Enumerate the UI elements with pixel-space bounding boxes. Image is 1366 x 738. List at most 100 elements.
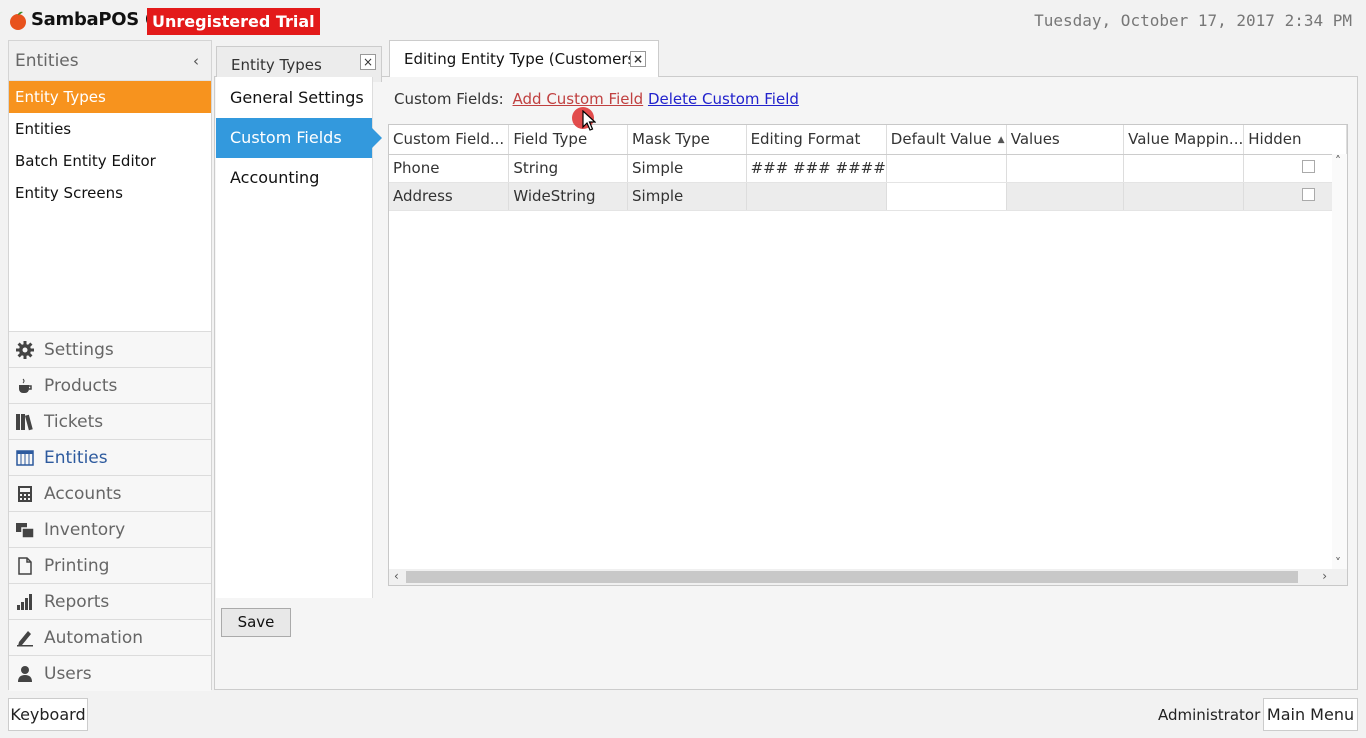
nav-printing[interactable]: Printing (9, 547, 211, 583)
cell-mask-type[interactable]: Simple (627, 154, 747, 183)
sidebar-item-entity-screens[interactable]: Entity Screens (9, 177, 211, 209)
sidebar-header: Entities ‹ (9, 41, 211, 81)
horizontal-scrollbar[interactable]: ‹ › (389, 569, 1347, 585)
close-icon[interactable]: × (630, 51, 646, 67)
nav-accounts[interactable]: Accounts (9, 475, 211, 511)
nav-label: Settings (44, 339, 114, 360)
add-custom-field-link[interactable]: Add Custom Field (513, 90, 644, 108)
column-header[interactable]: Field Type (508, 125, 629, 155)
cell-default-value[interactable] (886, 154, 1007, 183)
table-row[interactable]: Address WideString Simple (389, 182, 1347, 211)
scroll-down-icon[interactable]: ˅ (1335, 556, 1341, 570)
table-row[interactable]: Phone String Simple ### ### #### (389, 154, 1347, 183)
cell-name[interactable]: Address (389, 182, 510, 211)
cell-value-mapping[interactable] (1123, 154, 1245, 183)
current-user: Administrator (1158, 706, 1261, 724)
editor-subnav: General Settings Custom Fields Accountin… (216, 77, 382, 598)
nav-label: Users (44, 663, 92, 684)
table-grid-icon (15, 448, 35, 468)
column-header[interactable]: Hidden (1243, 125, 1347, 155)
sidebar-item-entities[interactable]: Entities (9, 113, 211, 145)
sidebar-item-batch-entity-editor[interactable]: Batch Entity Editor (9, 145, 211, 177)
cell-editing-format[interactable] (746, 182, 887, 211)
title-bar: SambaPOS 6 Unregistered Trial Tuesday, O… (0, 0, 1366, 40)
delete-custom-field-link[interactable]: Delete Custom Field (648, 90, 799, 108)
sidebar-item-label: Batch Entity Editor (15, 152, 156, 170)
close-icon[interactable]: × (360, 54, 376, 70)
cell-field-type[interactable]: WideString (508, 182, 629, 211)
column-header-default-value[interactable]: Default Value ▲ (886, 125, 1007, 155)
nav-label: Products (44, 375, 118, 396)
cell-mask-type[interactable]: Simple (627, 182, 747, 211)
pen-icon (15, 628, 35, 648)
keyboard-button[interactable]: Keyboard (8, 698, 88, 731)
sidebar-item-label: Entities (15, 120, 72, 138)
subnav-label: Custom Fields (230, 128, 342, 147)
column-header[interactable]: Custom Field... (389, 125, 510, 155)
cell-field-type[interactable]: String (508, 154, 629, 183)
cell-value-mapping[interactable] (1123, 182, 1245, 211)
save-button[interactable]: Save (221, 608, 291, 637)
nav-label: Automation (44, 627, 144, 648)
nav-users[interactable]: Users (9, 655, 211, 691)
cell-values[interactable] (1006, 182, 1125, 211)
sidebar-item-entity-types[interactable]: Entity Types (9, 81, 211, 113)
main-menu-button[interactable]: Main Menu (1263, 698, 1358, 731)
column-header[interactable]: Value Mappin... (1123, 125, 1245, 155)
scroll-left-icon[interactable]: ‹ (394, 569, 399, 583)
nav-entities[interactable]: Entities (9, 439, 211, 475)
nav-label: Accounts (44, 483, 122, 504)
nav-tickets[interactable]: Tickets (9, 403, 211, 439)
sidebar-item-label: Entity Screens (15, 184, 123, 202)
cell-default-value[interactable] (886, 182, 1007, 211)
sidebar: Entities ‹ Entity Types Entities Batch E… (8, 40, 212, 691)
sidebar-item-label: Entity Types (15, 88, 106, 106)
header-row: Custom Field... Field Type Mask Type Edi… (389, 125, 1347, 155)
tab-editing-entity-type[interactable]: Editing Entity Type (Customers) × (389, 40, 659, 77)
app-name: SambaPOS 6 (31, 9, 158, 30)
mouse-pointer-icon (582, 110, 596, 131)
tab-label: Entity Types (231, 55, 322, 74)
tab-label: Editing Entity Type (Customers) (404, 50, 642, 68)
nav-label: Inventory (44, 519, 126, 540)
horizontal-scroll-thumb[interactable] (406, 571, 1298, 583)
main-nav: Settings Products Tickets Entities Accou… (9, 331, 211, 691)
column-header[interactable]: Mask Type (627, 125, 747, 155)
logo-icon (10, 11, 26, 30)
cell-editing-format[interactable]: ### ### #### (746, 154, 887, 183)
coffee-cup-icon (15, 376, 35, 396)
subnav-custom-fields[interactable]: Custom Fields (216, 118, 382, 158)
document-icon (15, 556, 35, 576)
cell-name[interactable]: Phone (389, 154, 510, 183)
subnav-label: Accounting (230, 168, 320, 187)
nav-products[interactable]: Products (9, 367, 211, 403)
nav-automation[interactable]: Automation (9, 619, 211, 655)
bar-chart-icon (15, 592, 35, 612)
books-icon (15, 412, 35, 432)
calculator-icon (15, 484, 35, 504)
subnav-general-settings[interactable]: General Settings (216, 78, 372, 118)
nav-inventory[interactable]: Inventory (9, 511, 211, 547)
scroll-up-icon[interactable]: ˄ (1335, 154, 1341, 168)
sidebar-title: Entities (15, 51, 79, 71)
user-icon (15, 664, 35, 684)
trial-badge[interactable]: Unregistered Trial (147, 8, 320, 35)
gear-icon (15, 340, 35, 360)
column-header-label: Default Value (890, 130, 992, 149)
hidden-checkbox[interactable] (1302, 160, 1316, 173)
cell-values[interactable] (1006, 154, 1125, 183)
chevron-left-icon[interactable]: ‹ (193, 41, 199, 81)
custom-fields-table: Custom Field... Field Type Mask Type Edi… (389, 125, 1347, 211)
subnav-accounting[interactable]: Accounting (216, 158, 372, 198)
custom-fields-label: Custom Fields: (394, 90, 504, 108)
inventory-stack-icon (15, 520, 35, 540)
nav-label: Tickets (44, 411, 104, 432)
nav-label: Reports (44, 591, 110, 612)
nav-settings[interactable]: Settings (9, 331, 211, 367)
scroll-right-icon[interactable]: › (1322, 569, 1327, 583)
column-header[interactable]: Values (1006, 125, 1125, 155)
nav-reports[interactable]: Reports (9, 583, 211, 619)
column-header[interactable]: Editing Format (746, 125, 887, 155)
vertical-scrollbar[interactable]: ˄ ˅ (1332, 154, 1347, 570)
hidden-checkbox[interactable] (1302, 188, 1316, 201)
